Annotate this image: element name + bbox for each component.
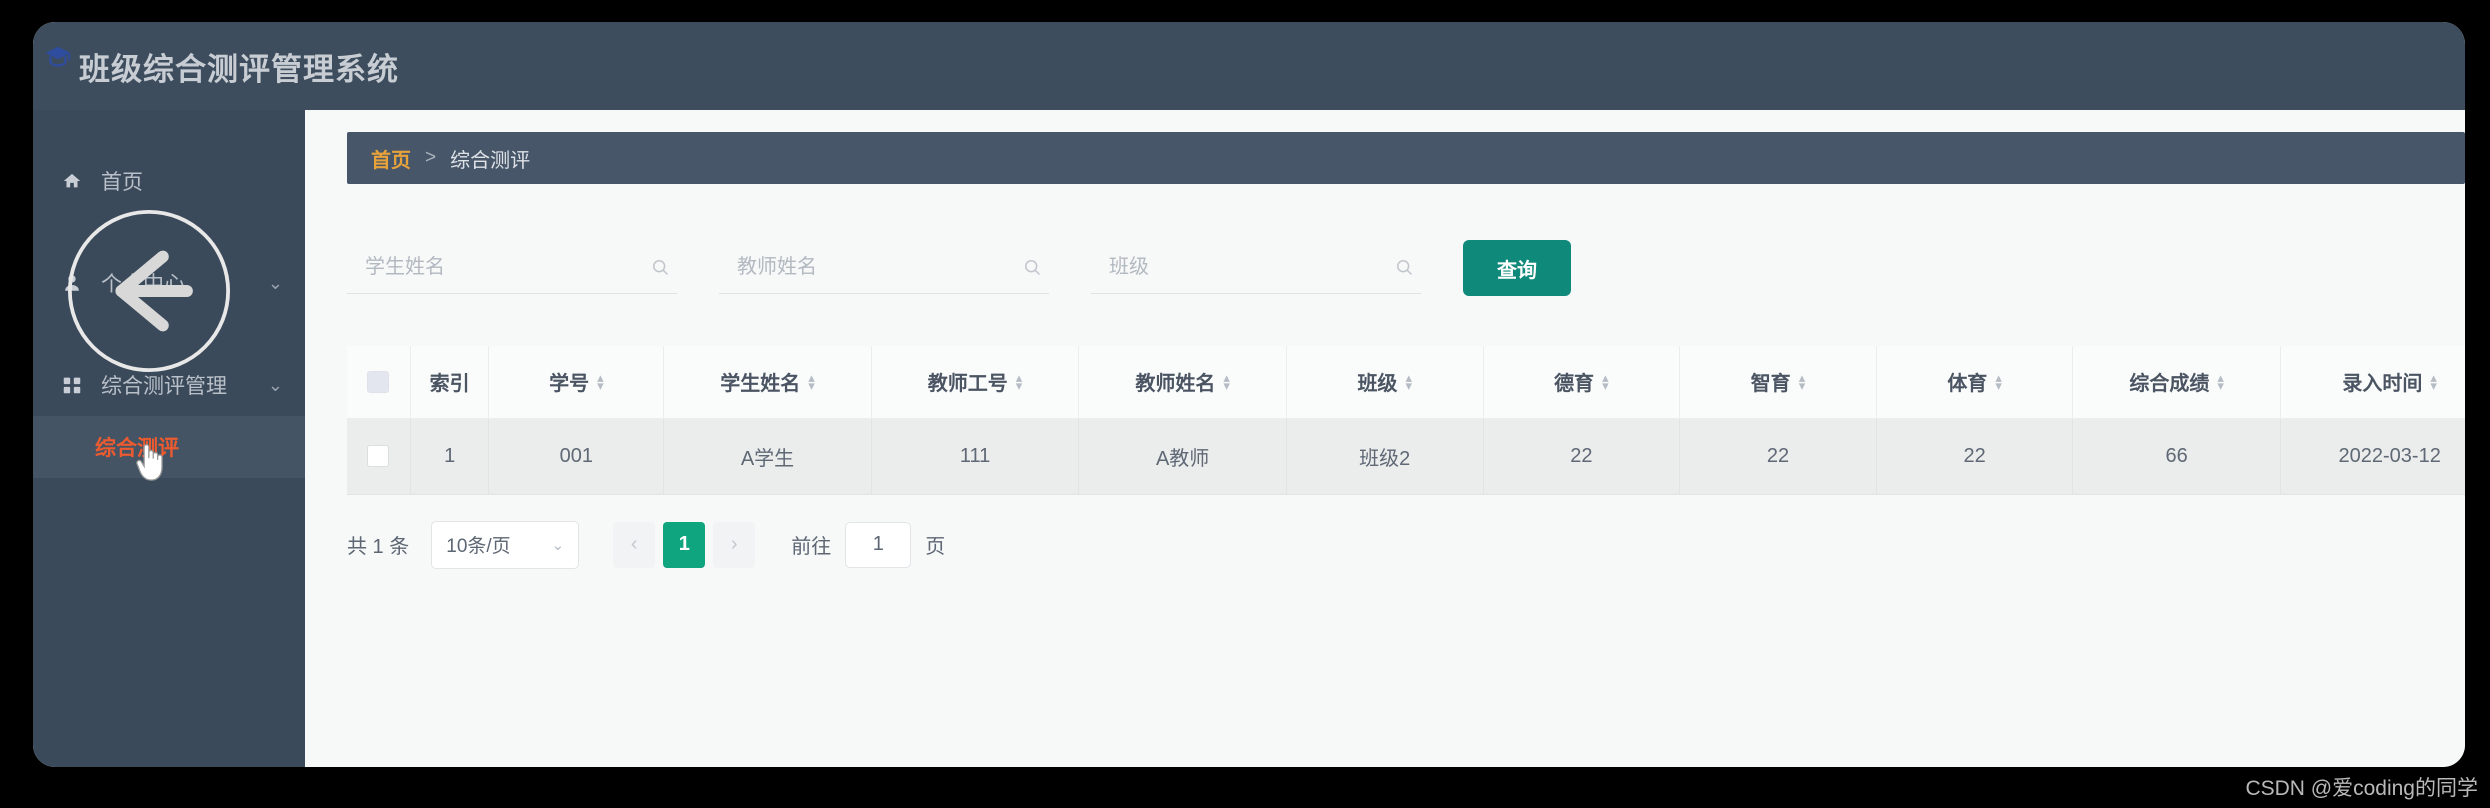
graduation-cap-logo-icon (43, 43, 73, 73)
table-header-moral-label: 德育 (1554, 373, 1595, 396)
home-icon (59, 170, 85, 192)
pagination-total-label: 共 1 条 (347, 536, 410, 558)
search-field-teacher-name[interactable] (719, 242, 1049, 294)
table-header-index: 索引 (410, 346, 490, 419)
sidebar-subitem-comprehensive-evaluation[interactable]: 综合测评 (33, 416, 305, 478)
cell-total: 66 (2072, 418, 2281, 495)
select-all-checkbox[interactable] (367, 370, 390, 393)
sidebar-item-home-label: 首页 (101, 171, 143, 194)
table-header-entry-time-label: 录入时间 (2342, 373, 2423, 396)
pagination: 共 1 条 10条/页 ⌄ ‹ 1 › 前往 页 (347, 513, 2465, 577)
sort-arrows-icon[interactable]: ▴ ▾ (1016, 371, 1023, 392)
watermark-text: CSDN @爱coding的同学 (2245, 777, 2478, 800)
pagination-prev-button[interactable]: ‹ (613, 521, 656, 568)
magnifier-icon[interactable] (1394, 257, 1415, 278)
table-header-teacher-name-label: 教师姓名 (1135, 373, 1216, 396)
evaluation-table-wrapper: 索引 学号 ▴ ▾ 学生姓名 ▴ ▾ 教师工号 ▴ ▾ 教师姓名 ▴ ▾ 班级 … (347, 346, 2465, 495)
chevron-down-icon[interactable]: ⌄ (268, 273, 283, 294)
cell-index: 1 (410, 418, 490, 495)
search-toolbar: 查询 (347, 232, 2465, 296)
sidebar-subitem-comprehensive-evaluation-label: 综合测评 (95, 437, 179, 460)
row-select-cell[interactable] (347, 418, 411, 495)
cell-teacher-name: A教师 (1078, 418, 1287, 495)
table-header-student-name-label: 学生姓名 (720, 373, 801, 396)
table-header-index-label: 索引 (429, 373, 470, 396)
table-header-student-name[interactable]: 学生姓名 ▴ ▾ (663, 346, 872, 419)
pagination-goto-input[interactable] (845, 521, 912, 568)
sidebar-item-home[interactable]: 首页 (33, 150, 305, 212)
app-header: 班级综合测评管理系统 (33, 22, 2465, 110)
grid-icon (59, 374, 85, 396)
page-size-select[interactable]: 10条/页 ⌄ (431, 520, 580, 569)
table-header-class[interactable]: 班级 ▴ ▾ (1286, 346, 1484, 419)
query-button[interactable]: 查询 (1463, 240, 1571, 296)
search-field-class[interactable] (1091, 242, 1421, 294)
cell-intellect: 22 (1679, 418, 1877, 495)
sidebar-item-evaluation-management[interactable]: 综合测评管理 ⌄ (33, 354, 305, 416)
sort-arrows-icon[interactable]: ▴ ▾ (808, 371, 815, 392)
table-header-physical-label: 体育 (1947, 373, 1988, 396)
pagination-page-1[interactable]: 1 (663, 521, 706, 568)
sort-arrows-icon[interactable]: ▴ ▾ (1405, 371, 1412, 392)
student-name-input[interactable] (365, 256, 650, 279)
table-header-teacher-id[interactable]: 教师工号 ▴ ▾ (871, 346, 1080, 419)
cell-teacher-id: 111 (871, 418, 1080, 495)
table-header-entry-time[interactable]: 录入时间 ▴ ▾ (2280, 346, 2465, 419)
cell-entry-time: 2022-03-12 (2280, 418, 2465, 495)
page-size-value: 10条/页 (446, 536, 511, 557)
chevron-down-icon[interactable]: ⌄ (268, 375, 283, 396)
table-header-class-label: 班级 (1357, 373, 1398, 396)
cell-class: 班级2 (1286, 418, 1484, 495)
pagination-goto-label: 前往 (791, 536, 832, 558)
table-header-moral[interactable]: 德育 ▴ ▾ (1483, 346, 1681, 419)
cell-moral: 22 (1483, 418, 1681, 495)
table-head: 索引 学号 ▴ ▾ 学生姓名 ▴ ▾ 教师工号 ▴ ▾ 教师姓名 ▴ ▾ 班级 … (347, 346, 2465, 419)
sort-arrows-icon[interactable]: ▴ ▾ (1995, 371, 2002, 392)
table-header-physical[interactable]: 体育 ▴ ▾ (1876, 346, 2074, 419)
cell-student-name: A学生 (663, 418, 872, 495)
table-row[interactable]: 1 001 A学生 111 A教师 班级2 22 22 22 66 2022-0… (347, 418, 2465, 495)
sidebar: 首页 个人中心 ⌄ 综合测评管理 ⌄ 综合测评 (33, 110, 305, 767)
class-input[interactable] (1109, 256, 1394, 279)
table-header-student-id[interactable]: 学号 ▴ ▾ (488, 346, 665, 419)
sidebar-item-evaluation-management-label: 综合测评管理 (101, 375, 227, 398)
breadcrumb-home-link[interactable]: 首页 (371, 144, 411, 173)
sidebar-item-personal-center-label: 个人中心 (101, 273, 185, 296)
cell-physical: 22 (1876, 418, 2074, 495)
table-header-teacher-id-label: 教师工号 (927, 373, 1008, 396)
sidebar-item-personal-center[interactable]: 个人中心 ⌄ (33, 252, 305, 314)
table-header-teacher-name[interactable]: 教师姓名 ▴ ▾ (1078, 346, 1287, 419)
table-header-total[interactable]: 综合成绩 ▴ ▾ (2072, 346, 2281, 419)
cell-student-id: 001 (488, 418, 665, 495)
sort-arrows-icon[interactable]: ▴ ▾ (1799, 371, 1806, 392)
table-header-intellect[interactable]: 智育 ▴ ▾ (1679, 346, 1877, 419)
breadcrumb: 首页 > 综合测评 (347, 132, 2465, 184)
table-header-total-label: 综合成绩 (2129, 373, 2210, 396)
table-body: 1 001 A学生 111 A教师 班级2 22 22 22 66 2022-0… (347, 418, 2465, 495)
breadcrumb-separator: > (425, 147, 437, 168)
chevron-down-icon[interactable]: ⌄ (552, 536, 565, 554)
sort-arrows-icon[interactable]: ▴ ▾ (2430, 371, 2437, 392)
table-header-student-id-label: 学号 (549, 373, 590, 396)
magnifier-icon[interactable] (650, 257, 671, 278)
sort-arrows-icon[interactable]: ▴ ▾ (2217, 371, 2224, 392)
sort-arrows-icon[interactable]: ▴ ▾ (1602, 371, 1609, 392)
magnifier-icon[interactable] (1022, 257, 1043, 278)
breadcrumb-current: 综合测评 (450, 149, 531, 172)
table-header-select-all[interactable] (347, 346, 411, 419)
main-content: 首页 > 综合测评 学生姓名 教师姓名 班级 查询 索引 学号 ▴ ▾ 学生姓名… (305, 110, 2465, 767)
sort-arrows-icon[interactable]: ▴ ▾ (1223, 371, 1230, 392)
app-window: 班级综合测评管理系统 首页 个人中心 ⌄ 综合测评管理 ⌄ 综合测评 首页 > … (33, 22, 2465, 767)
app-title: 班级综合测评管理系统 (79, 51, 399, 87)
row-checkbox[interactable] (367, 445, 390, 468)
table-header-row: 索引 学号 ▴ ▾ 学生姓名 ▴ ▾ 教师工号 ▴ ▾ 教师姓名 ▴ ▾ 班级 … (347, 346, 2465, 419)
table-header-intellect-label: 智育 (1750, 373, 1791, 396)
user-icon (59, 272, 85, 294)
pagination-goto-unit: 页 (925, 536, 946, 558)
search-field-student-name[interactable] (347, 242, 677, 294)
pagination-next-button[interactable]: › (713, 521, 756, 568)
sort-arrows-icon[interactable]: ▴ ▾ (597, 371, 604, 392)
evaluation-table: 索引 学号 ▴ ▾ 学生姓名 ▴ ▾ 教师工号 ▴ ▾ 教师姓名 ▴ ▾ 班级 … (347, 346, 2465, 495)
teacher-name-input[interactable] (737, 256, 1022, 279)
